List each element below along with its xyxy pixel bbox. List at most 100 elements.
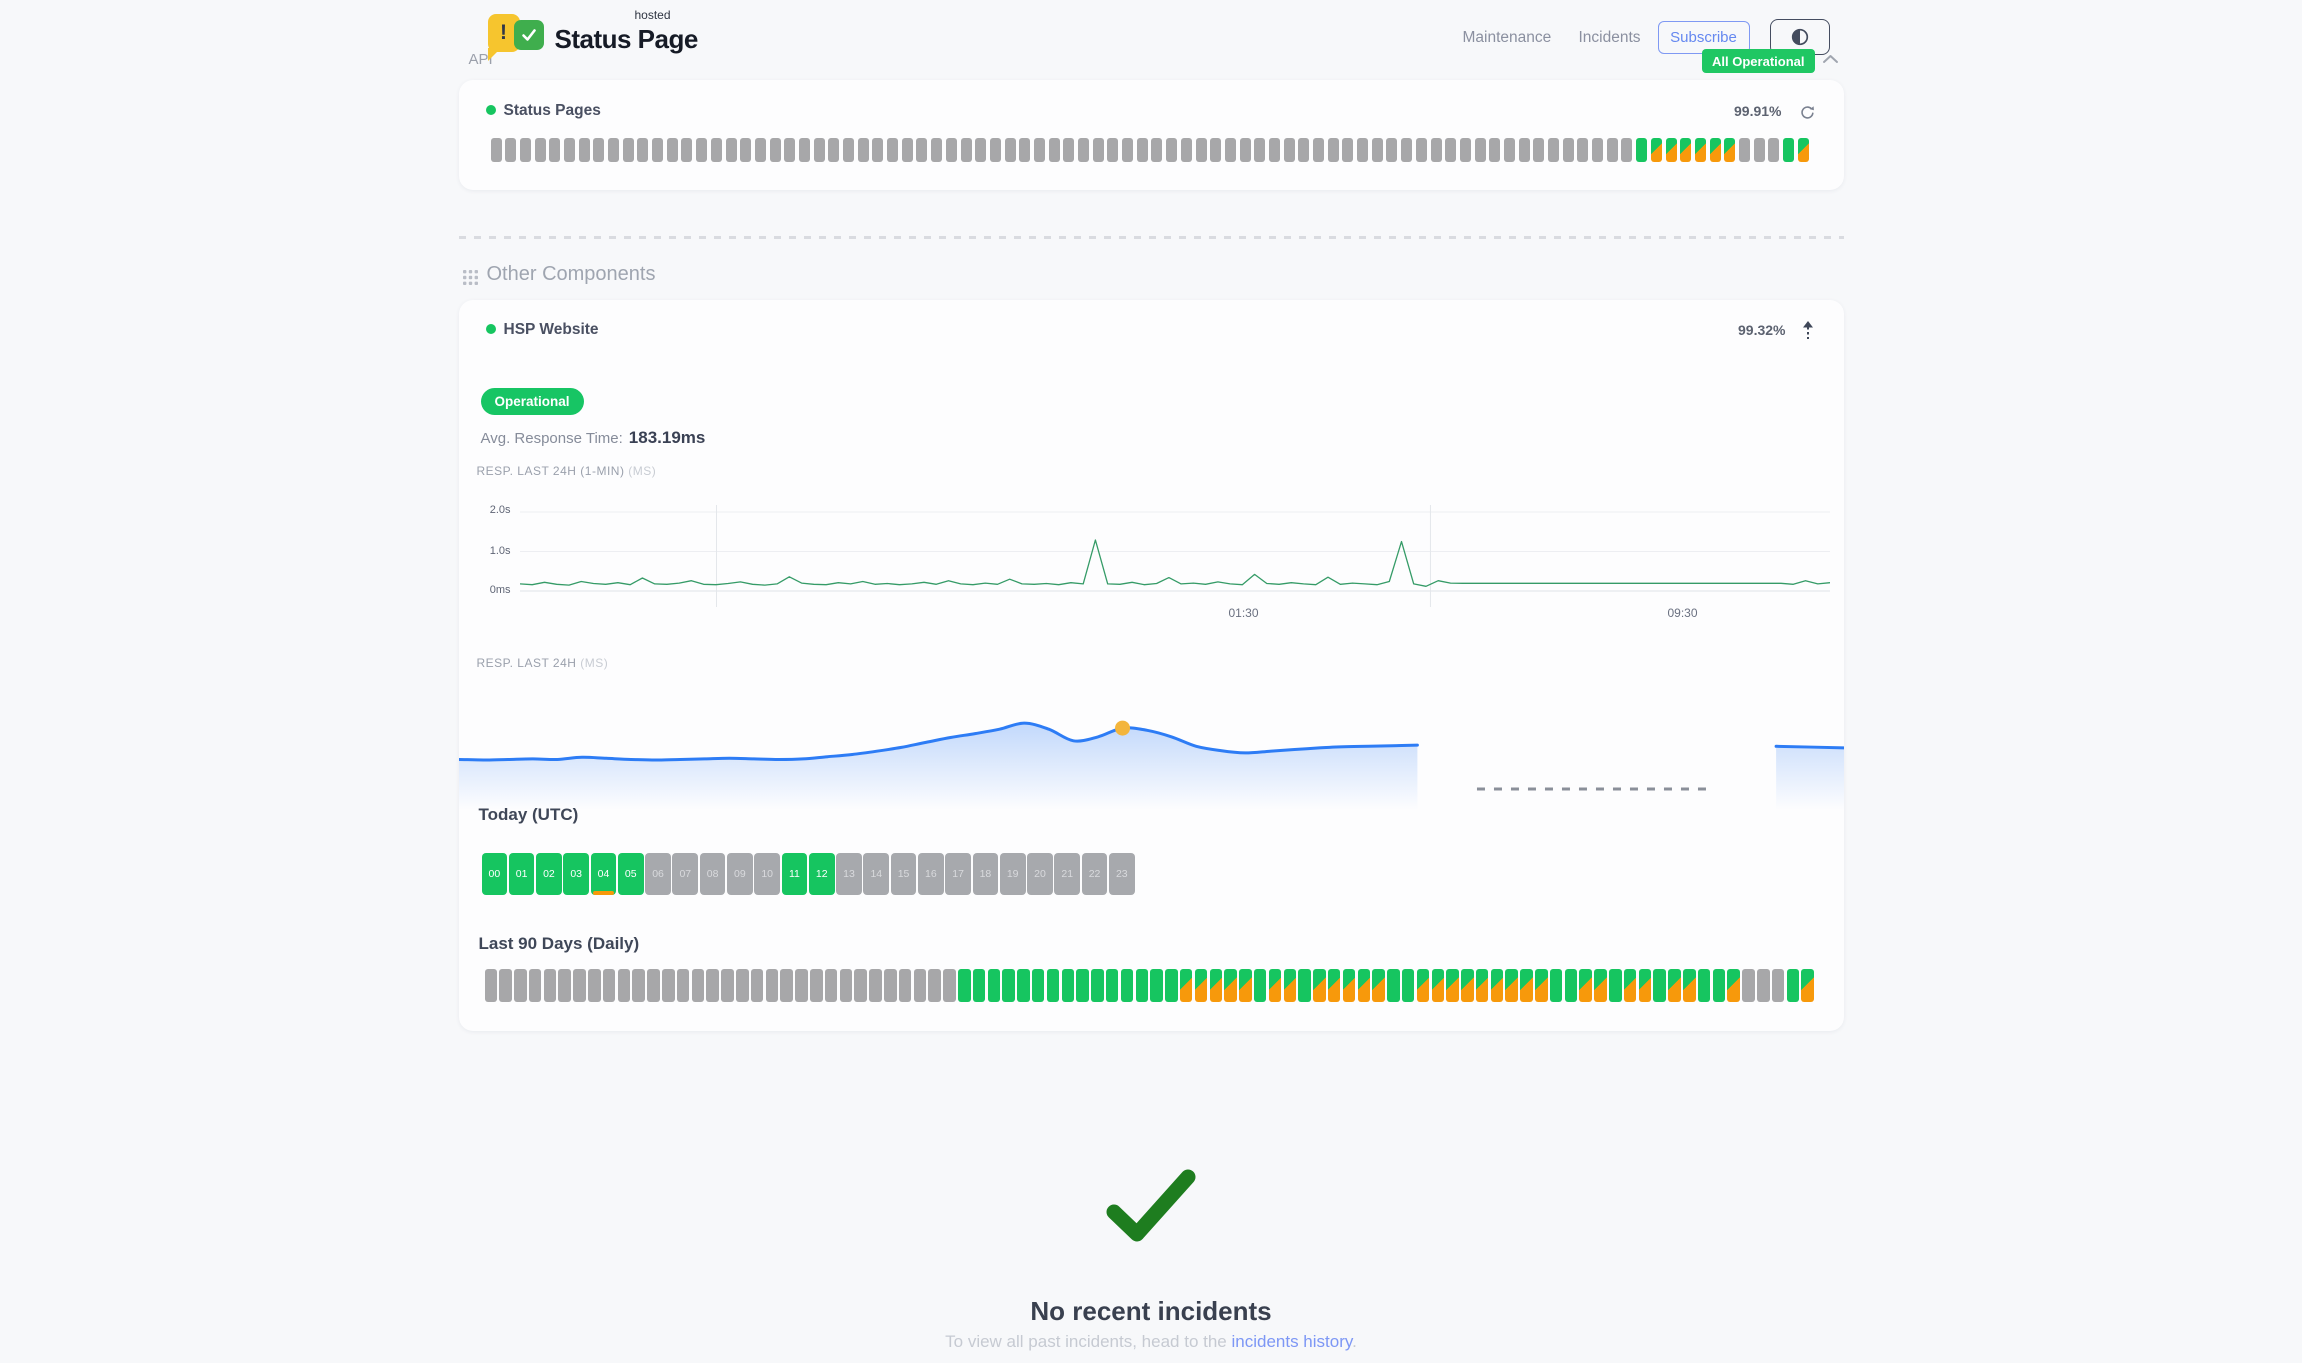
- uptime-bar-gray: [1313, 138, 1324, 162]
- nav-maintenance[interactable]: Maintenance: [1463, 29, 1552, 47]
- uptime-bar-green: [1713, 969, 1726, 1002]
- uptime-bar-gray: [632, 969, 645, 1002]
- uptime-bar-gray: [854, 969, 867, 1002]
- uptime-bar-gray: [618, 969, 631, 1002]
- uptime-bar-green: [1002, 969, 1015, 1002]
- uptime-bar-gray: [1754, 138, 1765, 162]
- contrast-icon: [1790, 27, 1810, 47]
- uptime-bar-gray: [1137, 138, 1148, 162]
- uptime-bar-mixed: [1180, 969, 1193, 1002]
- uptime-bar-gray: [1416, 138, 1427, 162]
- uptime-bar-gray: [681, 138, 692, 162]
- hour-block-01: 01: [509, 853, 535, 895]
- today-heading: Today (UTC): [479, 805, 579, 825]
- uptime-bar-gray: [491, 138, 502, 162]
- uptime-bar-mixed: [1724, 138, 1735, 162]
- uptime-bar-mixed: [1666, 138, 1677, 162]
- avg-response-row: Avg. Response Time:183.19ms: [481, 428, 706, 448]
- uptime-bar-gray: [1621, 138, 1632, 162]
- grid-icon: [462, 269, 479, 291]
- nav-incidents[interactable]: Incidents: [1579, 29, 1641, 47]
- other-components-title: Other Components: [487, 263, 656, 286]
- uptime-bar-gray: [485, 969, 498, 1002]
- status-badge: All Operational: [1702, 49, 1814, 73]
- uptime-bar-mixed: [1224, 969, 1237, 1002]
- chart2-label: RESP. LAST 24H: [477, 656, 577, 670]
- uptime-bar-gray: [1078, 138, 1089, 162]
- response-time-area-chart: [459, 692, 1844, 822]
- hour-block-11: 11: [782, 853, 808, 895]
- uptime-bar-gray: [1107, 138, 1118, 162]
- uptime-bar-gray: [637, 138, 648, 162]
- uptime-bar-green: [1565, 969, 1578, 1002]
- hour-incident-marker: [593, 891, 615, 895]
- uptime-bar-gray: [825, 969, 838, 1002]
- uptime-bar-gray: [869, 969, 882, 1002]
- operational-label: Operational: [495, 394, 570, 409]
- uptime-bar-green: [1698, 969, 1711, 1002]
- uptime-bar-gray: [711, 138, 722, 162]
- uptime-bar-gray: [784, 138, 795, 162]
- api-card: Status Pages 99.91%: [459, 80, 1844, 190]
- uptime-bar-green: [1636, 138, 1647, 162]
- uptime-bar-gray: [766, 969, 779, 1002]
- uptime-bar-gray: [1284, 138, 1295, 162]
- trend-up-icon[interactable]: [1802, 321, 1814, 345]
- uptime-bar-green: [958, 969, 971, 1002]
- component-status-dot: [486, 324, 496, 334]
- uptime-bar-green: [988, 969, 1001, 1002]
- uptime-bar-gray: [887, 138, 898, 162]
- uptime-bar-gray: [840, 969, 853, 1002]
- hour-block-13: 13: [836, 853, 862, 895]
- hour-block-04: 04: [591, 853, 617, 895]
- incidents-history-link[interactable]: incidents history: [1231, 1332, 1352, 1351]
- uptime-bar-gray: [1757, 969, 1770, 1002]
- uptime-bar-gray: [1210, 138, 1221, 162]
- uptime-bar-gray: [780, 969, 793, 1002]
- response-time-line-chart: [520, 503, 1830, 613]
- uptime-bar-green: [1106, 969, 1119, 1002]
- uptime-bar-gray: [1005, 138, 1016, 162]
- uptime-percent: 99.91%: [1734, 103, 1781, 119]
- x-tick-0930: 09:30: [1667, 606, 1697, 620]
- uptime-bar-mixed: [1195, 969, 1208, 1002]
- uptime-bar-gray: [1401, 138, 1412, 162]
- uptime-bar-gray: [1049, 138, 1060, 162]
- uptime-bar-gray: [603, 969, 616, 1002]
- incidents-note: To view all past incidents, head to the …: [459, 1332, 1844, 1352]
- uptime-bar-gray: [593, 138, 604, 162]
- uptime-bar-gray: [549, 138, 560, 162]
- hour-block-21: 21: [1054, 853, 1080, 895]
- status-badge-label: All Operational: [1712, 54, 1804, 69]
- last90-strip: [485, 969, 1814, 1002]
- uptime-bar-gray: [899, 969, 912, 1002]
- hour-block-03: 03: [563, 853, 589, 895]
- uptime-bar-gray: [884, 969, 897, 1002]
- uptime-bar-gray: [1298, 138, 1309, 162]
- today-hours-row: 0001020304050607080910111213141516171819…: [482, 853, 1135, 895]
- uptime-bar-green: [1609, 969, 1622, 1002]
- refresh-icon[interactable]: [1799, 104, 1816, 126]
- uptime-bar-mixed: [1239, 969, 1252, 1002]
- uptime-bar-gray: [1122, 138, 1133, 162]
- uptime-bar-gray: [1519, 138, 1530, 162]
- uptime-bar-green: [1032, 969, 1045, 1002]
- uptime-bar-mixed: [1372, 969, 1385, 1002]
- uptime-bar-gray: [1151, 138, 1162, 162]
- uptime-bar-gray: [975, 138, 986, 162]
- uptime-bar-gray: [1166, 138, 1177, 162]
- hsp-website-card: HSP Website 99.32% Operational Avg. Resp…: [459, 300, 1844, 1031]
- uptime-strip: [491, 138, 1809, 162]
- uptime-bar-gray: [858, 138, 869, 162]
- uptime-bar-gray: [588, 969, 601, 1002]
- logo-exclamation: !: [500, 21, 507, 45]
- chevron-up-icon[interactable]: [1822, 52, 1839, 70]
- uptime-bar-gray: [799, 138, 810, 162]
- uptime-bar-mixed: [1683, 969, 1696, 1002]
- uptime-bar-green: [1150, 969, 1163, 1002]
- uptime-bar-gray: [706, 969, 719, 1002]
- subscribe-label: Subscribe: [1670, 29, 1737, 46]
- uptime-bar-mixed: [1313, 969, 1326, 1002]
- uptime-bar-gray: [721, 969, 734, 1002]
- hour-block-17: 17: [945, 853, 971, 895]
